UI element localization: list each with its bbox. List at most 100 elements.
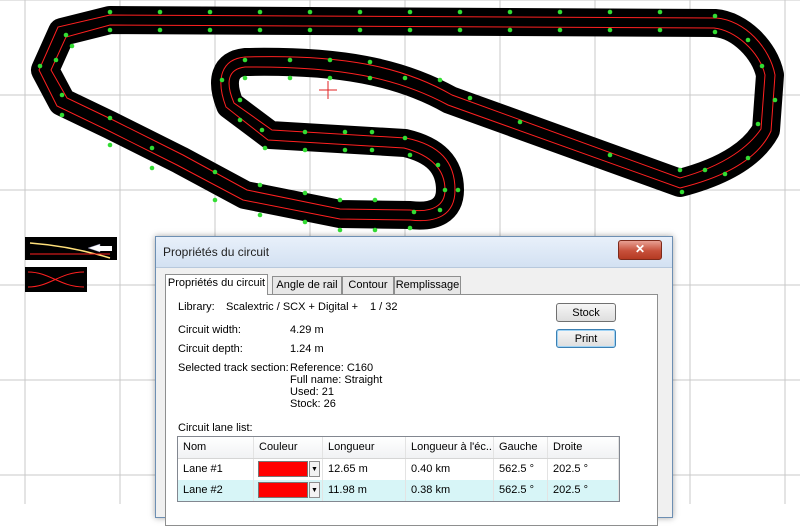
section-full-name: Full name: Straight bbox=[290, 374, 383, 386]
track-joint bbox=[287, 75, 293, 81]
column-header-right[interactable]: Droite bbox=[548, 437, 619, 458]
column-header-length[interactable]: Longueur bbox=[323, 437, 406, 458]
track-joint bbox=[257, 27, 263, 33]
track-joint bbox=[772, 97, 778, 103]
properties-panel: Library: Scalextric / SCX + Digital + 1 … bbox=[165, 294, 658, 526]
track-joint bbox=[302, 190, 308, 196]
track-joint bbox=[407, 27, 413, 33]
track-joint bbox=[467, 95, 473, 101]
track-joint bbox=[607, 27, 613, 33]
lane-left-angle: 562.5 ° bbox=[494, 480, 548, 501]
track-joint bbox=[237, 117, 243, 123]
stock-button[interactable]: Stock bbox=[556, 303, 616, 322]
track-joint bbox=[402, 135, 408, 141]
track-joint bbox=[63, 32, 69, 38]
track-joint bbox=[457, 27, 463, 33]
track-joint bbox=[407, 152, 413, 158]
track-joint bbox=[369, 129, 375, 135]
track-joint bbox=[607, 152, 613, 158]
track-joint bbox=[302, 219, 308, 225]
circuit-depth-label: Circuit depth: bbox=[178, 343, 243, 355]
lane-name: Lane #2 bbox=[178, 480, 254, 501]
close-button[interactable]: ✕ bbox=[618, 240, 662, 260]
section-used: Used: 21 bbox=[290, 386, 335, 398]
tab-circuit-properties[interactable]: Propriétés du circuit bbox=[165, 274, 268, 295]
track-joint bbox=[677, 167, 683, 173]
track-joint bbox=[302, 147, 308, 153]
selected-section-label: Selected track section: bbox=[178, 362, 289, 374]
track-joint bbox=[442, 187, 448, 193]
chevron-down-icon[interactable]: ▼ bbox=[309, 482, 320, 498]
dialog-title: Propriétés du circuit bbox=[163, 245, 270, 259]
column-header-left[interactable]: Gauche bbox=[494, 437, 548, 458]
track-layout[interactable] bbox=[31, 6, 784, 233]
track-joint bbox=[357, 9, 363, 15]
tab-rail-angle[interactable]: Angle de rail bbox=[272, 276, 342, 294]
tab-contour[interactable]: Contour bbox=[342, 276, 394, 294]
lane-color-cell: ▼ bbox=[254, 459, 323, 480]
track-joint bbox=[53, 57, 59, 63]
lane-left-angle: 562.5 ° bbox=[494, 459, 548, 480]
track-joint bbox=[745, 37, 751, 43]
track-joint bbox=[607, 9, 613, 15]
track-piece-straight-preview[interactable] bbox=[25, 237, 117, 260]
track-joint bbox=[455, 187, 461, 193]
track-joint bbox=[759, 63, 765, 69]
lane-list-table[interactable]: Nom Couleur Longueur Longueur à l'éc... … bbox=[177, 436, 620, 502]
track-joint bbox=[712, 13, 718, 19]
column-header-color[interactable]: Couleur bbox=[254, 437, 323, 458]
track-joint bbox=[257, 212, 263, 218]
track-piece-crossover-preview[interactable] bbox=[25, 267, 87, 292]
track-joint bbox=[107, 115, 113, 121]
track-joint bbox=[262, 145, 268, 151]
print-button[interactable]: Print bbox=[556, 329, 616, 348]
track-joint bbox=[657, 9, 663, 15]
track-joint bbox=[402, 75, 408, 81]
track-joint bbox=[157, 27, 163, 33]
track-joint bbox=[507, 9, 513, 15]
section-stock: Stock: 26 bbox=[290, 398, 336, 410]
track-joint bbox=[657, 27, 663, 33]
track-joint bbox=[307, 9, 313, 15]
track-joint bbox=[287, 57, 293, 63]
circuit-depth-value: 1.24 m bbox=[290, 343, 324, 355]
track-joint bbox=[59, 92, 65, 98]
track-joint bbox=[745, 155, 751, 161]
column-header-name[interactable]: Nom bbox=[178, 437, 254, 458]
crosshair-icon bbox=[319, 81, 337, 99]
lane-color-swatch[interactable] bbox=[258, 461, 308, 477]
track-joint bbox=[367, 59, 373, 65]
track-joint bbox=[157, 9, 163, 15]
track-joint bbox=[259, 127, 265, 133]
track-joint bbox=[369, 147, 375, 153]
section-reference: Reference: C160 bbox=[290, 362, 374, 374]
track-joint bbox=[702, 167, 708, 173]
track-joints bbox=[37, 9, 778, 233]
column-header-scale-length[interactable]: Longueur à l'éc... bbox=[406, 437, 494, 458]
track-joint bbox=[407, 225, 413, 231]
track-joint bbox=[407, 9, 413, 15]
track-joint bbox=[722, 171, 728, 177]
track-joint bbox=[357, 27, 363, 33]
track-joint bbox=[149, 165, 155, 171]
track-joint bbox=[207, 9, 213, 15]
track-joint bbox=[411, 209, 417, 215]
chevron-down-icon[interactable]: ▼ bbox=[309, 461, 320, 477]
lane-length: 11.98 m bbox=[323, 480, 406, 501]
track-joint bbox=[107, 27, 113, 33]
track-joint bbox=[337, 197, 343, 203]
table-row[interactable]: Lane #1 ▼ 12.65 m 0.40 km 562.5 ° 202.5 … bbox=[178, 459, 619, 480]
lane-color-swatch[interactable] bbox=[258, 482, 308, 498]
track-joint bbox=[557, 27, 563, 33]
lane-right-angle: 202.5 ° bbox=[548, 480, 619, 501]
track-joint bbox=[207, 27, 213, 33]
lane-color-cell: ▼ bbox=[254, 480, 323, 501]
track-joint bbox=[69, 43, 75, 49]
track-joint bbox=[242, 75, 248, 81]
tab-fill[interactable]: Remplissage bbox=[394, 276, 461, 294]
circuit-properties-dialog: Propriétés du circuit ✕ Propriétés du ci… bbox=[155, 236, 673, 526]
track-joint bbox=[302, 129, 308, 135]
track-joint bbox=[219, 77, 225, 83]
dialog-titlebar[interactable]: Propriétés du circuit ✕ bbox=[156, 237, 672, 268]
table-row[interactable]: Lane #2 ▼ 11.98 m 0.38 km 562.5 ° 202.5 … bbox=[178, 480, 619, 501]
